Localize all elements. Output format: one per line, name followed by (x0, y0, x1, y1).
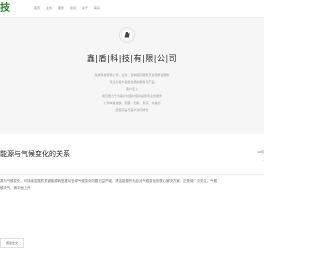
nav-item-business[interactable]: 业务 (46, 6, 58, 10)
nav-item-contact[interactable]: 联系 (94, 6, 106, 10)
company-intro: 鑫盾科技有限公司，业务：咨询顾问服务及资源整合服务 专注为客户提供优质的服务与产… (0, 72, 264, 114)
chevron-right-icon[interactable]: › (263, 158, 264, 162)
intro-line: 专注为客户提供优质的服务与产品 (109, 80, 155, 84)
intro-line: 客户至上 (125, 87, 138, 91)
read-more-button[interactable]: 阅读全文 (0, 238, 24, 248)
nav-item-service[interactable]: 服务 (58, 6, 70, 10)
company-emblem-icon (120, 28, 134, 42)
intro-line: 经营宗旨与客户共同成长 (115, 108, 149, 112)
article-date: 12月 (257, 150, 264, 154)
article-card: 能源与气候变化的关系 12月 › 源与气候变化，可持续发展的关键能源转型推动全球… (0, 134, 264, 258)
excerpt-line: 候天气、海平面上升 (0, 186, 31, 190)
intro-line: 我们致力于为客户创造价值并提供专业的服务 (101, 94, 162, 98)
article-excerpt: 源与气候变化，可持续发展的关键能源转型推动全球气候变化问题日益严峻，清洁能源作为… (0, 178, 264, 192)
main-nav: 首页 业务 服务 新闻 关于 联系 (34, 6, 106, 10)
nav-item-about[interactable]: 关于 (82, 6, 94, 10)
company-name-title: 鑫|盾|科|技|有|限|公|司 (86, 54, 178, 63)
article-title[interactable]: 能源与气候变化的关系 (0, 150, 70, 158)
site-logo[interactable]: 技 (0, 3, 10, 14)
hero-section: 鑫|盾|科|技|有|限|公|司 鑫盾科技有限公司，业务：咨询顾问服务及资源整合服… (0, 18, 264, 134)
nav-item-news[interactable]: 新闻 (70, 6, 82, 10)
intro-line: 鑫盾科技有限公司，业务：咨询顾问服务及资源整合服务 (94, 73, 170, 77)
article-divider (0, 174, 264, 175)
intro-line: 公司本着诚信、勤奋、创新、务实、共赢的 (103, 101, 161, 105)
top-navigation-bar: 技 首页 业务 服务 新闻 关于 联系 (0, 0, 264, 18)
excerpt-line: 源与气候变化，可持续发展的关键能源转型推动全球气候变化问题日益严峻，清洁能源作为… (0, 179, 217, 183)
nav-item-home[interactable]: 首页 (34, 6, 46, 10)
